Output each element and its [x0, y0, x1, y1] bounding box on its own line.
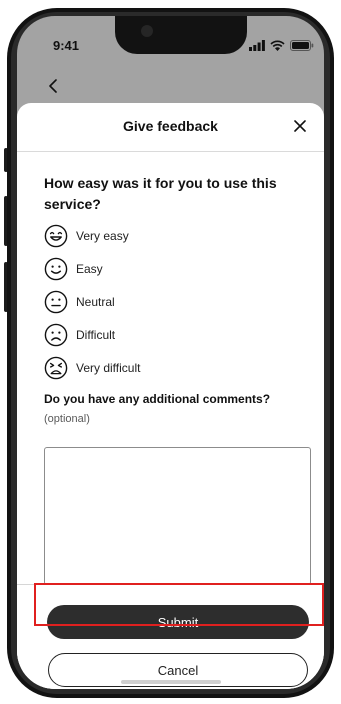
back-button[interactable] — [41, 74, 65, 98]
sheet-header: Give feedback — [17, 103, 324, 152]
home-indicator — [121, 680, 221, 684]
option-label: Neutral — [76, 295, 115, 309]
option-very-easy[interactable]: Very easy — [44, 224, 284, 248]
phone-screen: 9:41 Give feedback How easy was it for y… — [17, 16, 324, 689]
notch — [115, 16, 247, 54]
sheet-footer: Submit Cancel — [17, 584, 324, 689]
option-label: Easy — [76, 262, 103, 276]
option-neutral[interactable]: Neutral — [44, 290, 284, 314]
battery-icon — [290, 39, 314, 51]
feedback-sheet: Give feedback How easy was it for you to… — [17, 103, 324, 689]
rating-options: Very easy Easy Neutral Difficult Very di… — [44, 224, 284, 389]
neutral-face-icon — [44, 290, 68, 314]
comments-optional-hint: (optional) — [44, 413, 90, 425]
close-icon — [294, 120, 306, 132]
very-sad-face-icon — [44, 356, 68, 380]
camera — [141, 25, 153, 37]
submit-button[interactable]: Submit — [47, 605, 309, 639]
signal-icon — [249, 39, 265, 51]
option-label: Very difficult — [76, 361, 141, 375]
chevron-left-icon — [49, 79, 57, 93]
stage: 9:41 Give feedback How easy was it for y… — [0, 0, 341, 704]
comments-question: Do you have any additional comments? — [44, 392, 271, 406]
happy-face-icon — [44, 257, 68, 281]
option-difficult[interactable]: Difficult — [44, 323, 284, 347]
sheet-title: Give feedback — [123, 118, 218, 134]
comments-textarea[interactable] — [44, 447, 311, 585]
very-happy-face-icon — [44, 224, 68, 248]
close-button[interactable] — [289, 115, 311, 137]
status-icons — [249, 38, 314, 52]
option-label: Difficult — [76, 328, 116, 342]
wifi-icon — [270, 40, 285, 51]
option-label: Very easy — [76, 229, 129, 243]
option-easy[interactable]: Easy — [44, 257, 284, 281]
option-very-difficult[interactable]: Very difficult — [44, 356, 284, 380]
ease-question: How easy was it for you to use this serv… — [44, 175, 277, 212]
sad-face-icon — [44, 323, 68, 347]
status-time: 9:41 — [53, 38, 80, 53]
